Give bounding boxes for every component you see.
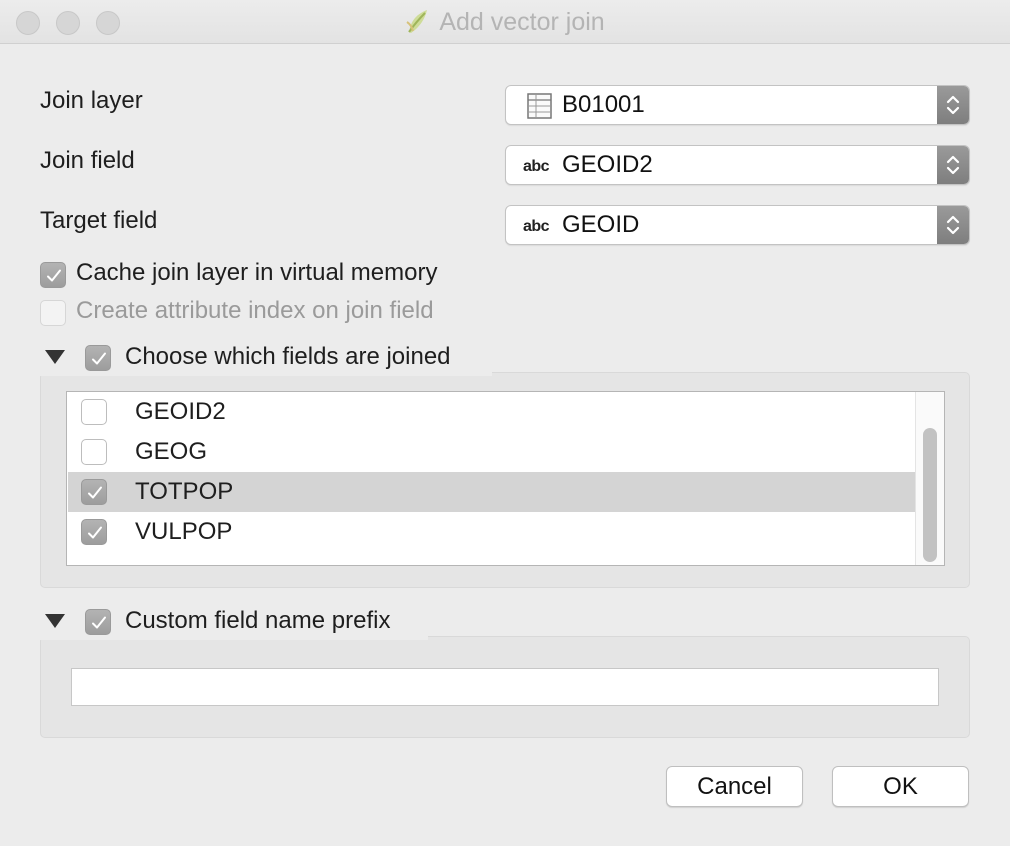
collapse-triangle-icon[interactable] [45, 350, 65, 364]
string-type-icon: abc [523, 218, 550, 235]
updown-chevron-icon [946, 155, 960, 175]
field-name: GEOG [135, 438, 208, 465]
field-name: TOTPOP [135, 478, 234, 505]
field-checkbox[interactable] [81, 399, 107, 425]
custom-prefix-label[interactable]: Custom field name prefix [125, 607, 390, 635]
field-checkbox[interactable] [81, 439, 107, 465]
attribute-index-label: Create attribute index on join field [76, 297, 434, 324]
target-field-stepper[interactable] [937, 206, 969, 244]
list-item[interactable]: VULPOP [68, 512, 916, 552]
join-field-stepper[interactable] [937, 146, 969, 184]
window-title-area: Add vector join [0, 0, 1010, 44]
choose-fields-label[interactable]: Choose which fields are joined [125, 343, 451, 371]
joined-fields-list[interactable]: GEOID2 GEOG TOTPOP VULPOP [66, 391, 945, 566]
checkmark-icon [92, 352, 106, 365]
attribute-index-checkbox [40, 300, 66, 326]
window-title: Add vector join [439, 7, 605, 36]
custom-prefix-checkbox[interactable] [85, 609, 111, 635]
string-type-icon: abc [523, 158, 550, 175]
cancel-button[interactable]: Cancel [666, 766, 803, 807]
scrollbar-thumb[interactable] [923, 428, 937, 562]
updown-chevron-icon [946, 215, 960, 235]
join-field-combo[interactable]: abc GEOID2 [505, 145, 970, 185]
cache-join-checkbox[interactable] [40, 262, 66, 288]
join-layer-label: Join layer [40, 87, 143, 114]
qgis-logo-icon [405, 8, 431, 36]
prefix-input[interactable] [71, 668, 939, 706]
list-item-selected[interactable]: TOTPOP [68, 472, 916, 512]
field-name: GEOID2 [135, 398, 226, 425]
target-field-label: Target field [40, 207, 158, 234]
choose-fields-checkbox[interactable] [85, 345, 111, 371]
join-layer-value: B01001 [562, 91, 645, 118]
checkmark-icon [47, 269, 61, 282]
join-field-value: GEOID2 [562, 151, 653, 178]
join-layer-stepper[interactable] [937, 86, 969, 124]
field-name: VULPOP [135, 518, 233, 545]
list-item[interactable]: GEOG [68, 432, 916, 472]
join-field-label: Join field [40, 147, 135, 174]
cache-join-label[interactable]: Cache join layer in virtual memory [76, 259, 437, 287]
updown-chevron-icon [946, 95, 960, 115]
table-icon [527, 93, 552, 119]
collapse-triangle-icon[interactable] [45, 614, 65, 628]
checkmark-icon [88, 486, 102, 499]
join-layer-combo[interactable]: B01001 [505, 85, 970, 125]
ok-button[interactable]: OK [832, 766, 969, 807]
list-scrollbar[interactable] [915, 392, 944, 565]
field-checkbox[interactable] [81, 519, 107, 545]
checkmark-icon [92, 616, 106, 629]
field-checkbox[interactable] [81, 479, 107, 505]
checkmark-icon [88, 526, 102, 539]
list-item[interactable]: GEOID2 [68, 392, 916, 432]
target-field-value: GEOID [562, 211, 640, 238]
target-field-combo[interactable]: abc GEOID [505, 205, 970, 245]
title-bar: Add vector join [0, 0, 1010, 44]
add-vector-join-dialog: Add vector join Join layer B01001 Join f… [0, 0, 1010, 846]
